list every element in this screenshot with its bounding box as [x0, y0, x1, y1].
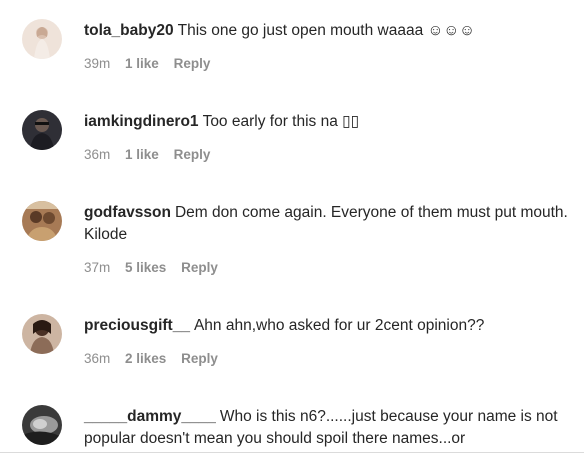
comment-text: preciousgift__ Ahn ahn,who asked for ur 2…	[84, 315, 576, 337]
reply-button[interactable]: Reply	[181, 351, 218, 366]
comment-time[interactable]: 36m	[84, 351, 110, 366]
reply-button[interactable]: Reply	[174, 147, 211, 162]
comment-text: tola_baby20 This one go just open mouth w…	[84, 20, 576, 42]
avatar-image	[22, 314, 62, 354]
divider	[0, 452, 584, 453]
avatar[interactable]	[22, 201, 62, 241]
avatar-image	[22, 110, 62, 150]
comment-time[interactable]: 36m	[84, 147, 110, 162]
comment-time[interactable]: 39m	[84, 56, 110, 71]
avatar[interactable]	[22, 110, 62, 150]
comment-likes[interactable]: 5 likes	[125, 260, 166, 275]
comment-likes[interactable]: 2 likes	[125, 351, 166, 366]
comment-meta: 37m 5 likes Reply	[84, 260, 576, 275]
comment-meta: 39m 1 like Reply	[84, 56, 576, 71]
avatar[interactable]	[22, 314, 62, 354]
avatar[interactable]	[22, 405, 62, 445]
comment-text: _____dammy____ Who is this n6?......just …	[84, 406, 576, 450]
reply-button[interactable]: Reply	[181, 260, 218, 275]
comment-message: This one go just open mouth waaaa ☺☺☺	[177, 22, 475, 39]
comment-likes[interactable]: 1 like	[125, 147, 159, 162]
comment-meta: 36m 2 likes Reply	[84, 351, 576, 366]
comment-username[interactable]: _____dammy____	[84, 408, 216, 425]
avatar-image	[22, 19, 62, 59]
comment-meta: 36m 1 like Reply	[84, 147, 576, 162]
comment-username[interactable]: godfavsson	[84, 204, 171, 221]
comment-username[interactable]: preciousgift__	[84, 317, 190, 334]
comment-username[interactable]: tola_baby20	[84, 22, 174, 39]
comment-time[interactable]: 37m	[84, 260, 110, 275]
comment-likes[interactable]: 1 like	[125, 56, 159, 71]
avatar-image	[22, 201, 62, 241]
comment-username[interactable]: iamkingdinero1	[84, 113, 199, 130]
reply-button[interactable]: Reply	[174, 56, 211, 71]
comment-message: Ahn ahn,who asked for ur 2cent opinion??	[193, 317, 485, 334]
comment-text: iamkingdinero1 Too early for this na ▯▯	[84, 111, 576, 133]
comment-text: godfavsson Dem don come again. Everyone o…	[84, 202, 576, 246]
comment-message: Too early for this na ▯▯	[202, 113, 360, 130]
avatar-image	[22, 405, 62, 445]
avatar[interactable]	[22, 19, 62, 59]
